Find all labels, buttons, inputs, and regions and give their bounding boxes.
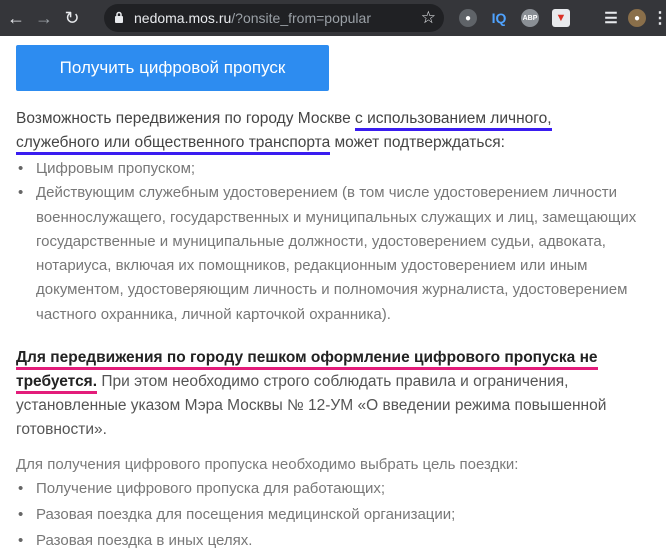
highlight-transport-1: с использованием личного,: [355, 110, 552, 131]
lock-icon: [114, 10, 124, 26]
intro-text: Возможность передвижения по городу Москв…: [16, 110, 356, 127]
reload-icon[interactable]: ↻: [58, 4, 86, 32]
extension-iq-icon[interactable]: IQ: [490, 9, 508, 27]
list-item: Получение цифрового пропуска для работаю…: [16, 476, 646, 502]
address-bar[interactable]: nedoma.mos.ru/?onsite_from=popular ☆: [104, 4, 444, 32]
walking-paragraph: Для передвижения по городу пешком оформл…: [16, 346, 636, 442]
walking-rest-text: При этом необходимо строго соблюдать пра…: [16, 373, 607, 438]
purpose-list: Получение цифрового пропуска для работаю…: [16, 476, 646, 554]
highlight-transport-2: служебного или общественного транспорта: [16, 134, 331, 155]
back-arrow-icon[interactable]: ←: [2, 4, 30, 32]
profile-avatar[interactable]: ●: [628, 9, 646, 27]
list-item: Действующим служебным удостоверением (в …: [16, 181, 646, 327]
highlight-walking-1: Для передвижения по городу пешком оформл…: [16, 349, 598, 370]
forward-arrow-icon[interactable]: →: [30, 4, 58, 32]
purpose-intro: Для получения цифрового пропуска необход…: [16, 456, 519, 473]
url-host: nedoma.mos.ru: [134, 10, 232, 26]
list-item: Разовая поездка в иных целях.: [16, 528, 646, 554]
extension-face-icon[interactable]: ●: [459, 9, 477, 27]
intro-paragraph: Возможность передвижения по городу Москв…: [16, 107, 636, 155]
media-queue-icon[interactable]: ☰: [602, 9, 620, 27]
intro-after-text: может подтверждаться:: [330, 134, 505, 151]
extension-abp-icon[interactable]: ABP: [521, 9, 539, 27]
url-path: /?onsite_from=popular: [231, 10, 371, 26]
proof-list: Цифровым пропуском; Действующим служебны…: [16, 157, 646, 327]
list-item: Цифровым пропуском;: [16, 157, 646, 182]
bookmark-star-icon[interactable]: ☆: [421, 8, 436, 28]
list-item: Разовая поездка для посещения медицинско…: [16, 502, 646, 528]
extension-pocket-icon[interactable]: ▼: [552, 9, 570, 27]
menu-kebab-icon[interactable]: ⋮: [652, 9, 666, 27]
highlight-walking-2: требуется.: [16, 373, 98, 394]
get-digital-pass-button[interactable]: Получить цифровой пропуск: [16, 45, 329, 91]
